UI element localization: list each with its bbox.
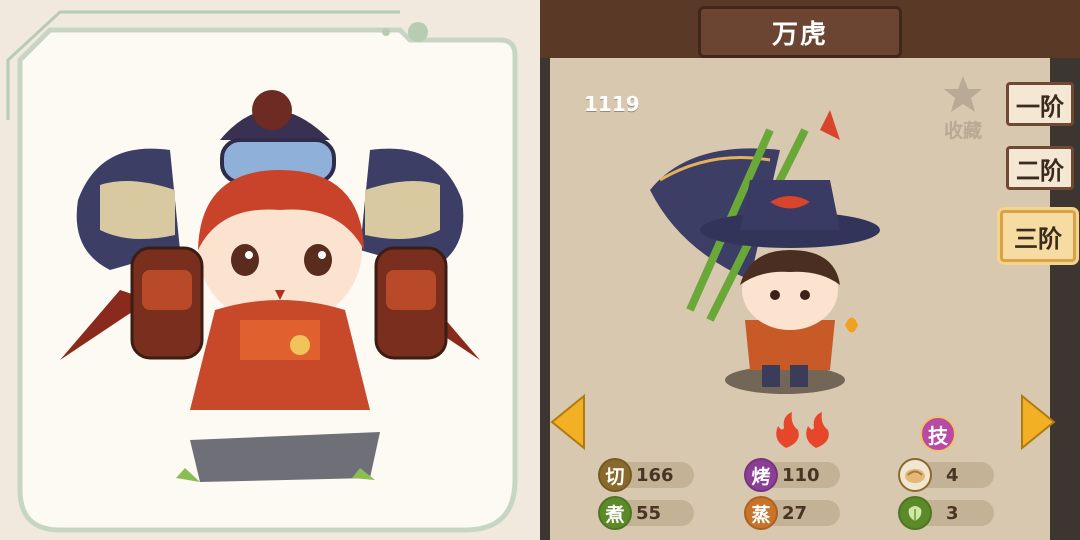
- chef-character-illustration: [60, 90, 480, 482]
- tier-1-tab[interactable]: 一阶: [1006, 82, 1074, 126]
- stat-roast: 烤 110: [744, 458, 840, 492]
- ingredient-cabbage: 3: [898, 496, 994, 530]
- stat-steam-badge: 蒸: [744, 496, 778, 530]
- stat-roast-badge: 烤: [744, 458, 778, 492]
- chef-character-sprite: [650, 110, 880, 394]
- ingredient-bun: 4: [898, 458, 994, 492]
- tier-2-tab[interactable]: 二阶: [1006, 146, 1074, 190]
- star-icon: [944, 76, 982, 112]
- flame-rarity-icon: [776, 412, 829, 448]
- ingredient-bun-value: 4: [946, 464, 959, 486]
- previous-character-arrow[interactable]: [548, 392, 588, 452]
- stat-cut-value: 166: [636, 464, 674, 486]
- stat-cut: 切 166: [598, 458, 694, 492]
- stat-cut-badge: 切: [598, 458, 632, 492]
- character-name-title: 万虎: [698, 6, 902, 58]
- stat-steam-value: 27: [782, 502, 808, 524]
- favorite-label: 收藏: [943, 120, 982, 142]
- stat-boil-badge: 煮: [598, 496, 632, 530]
- cabbage-ingredient-icon: [898, 496, 932, 530]
- stat-roast-value: 110: [782, 464, 820, 486]
- tier-3-tab[interactable]: 三阶: [1000, 210, 1076, 262]
- next-character-arrow[interactable]: [1018, 392, 1058, 452]
- stat-steam: 蒸 27: [744, 496, 840, 530]
- character-art-panel: [0, 0, 540, 540]
- stat-boil: 煮 55: [598, 496, 694, 530]
- ingredient-cabbage-value: 3: [946, 502, 959, 524]
- skill-badge[interactable]: 技: [920, 416, 956, 452]
- favorite-button[interactable]: 收藏: [938, 74, 988, 144]
- character-card-screen: 万虎 1119 收藏 一阶 二阶 三阶 技 切 166 烤 110 煮 55 蒸…: [540, 0, 1080, 540]
- bun-ingredient-icon: [898, 458, 932, 492]
- stat-boil-value: 55: [636, 502, 662, 524]
